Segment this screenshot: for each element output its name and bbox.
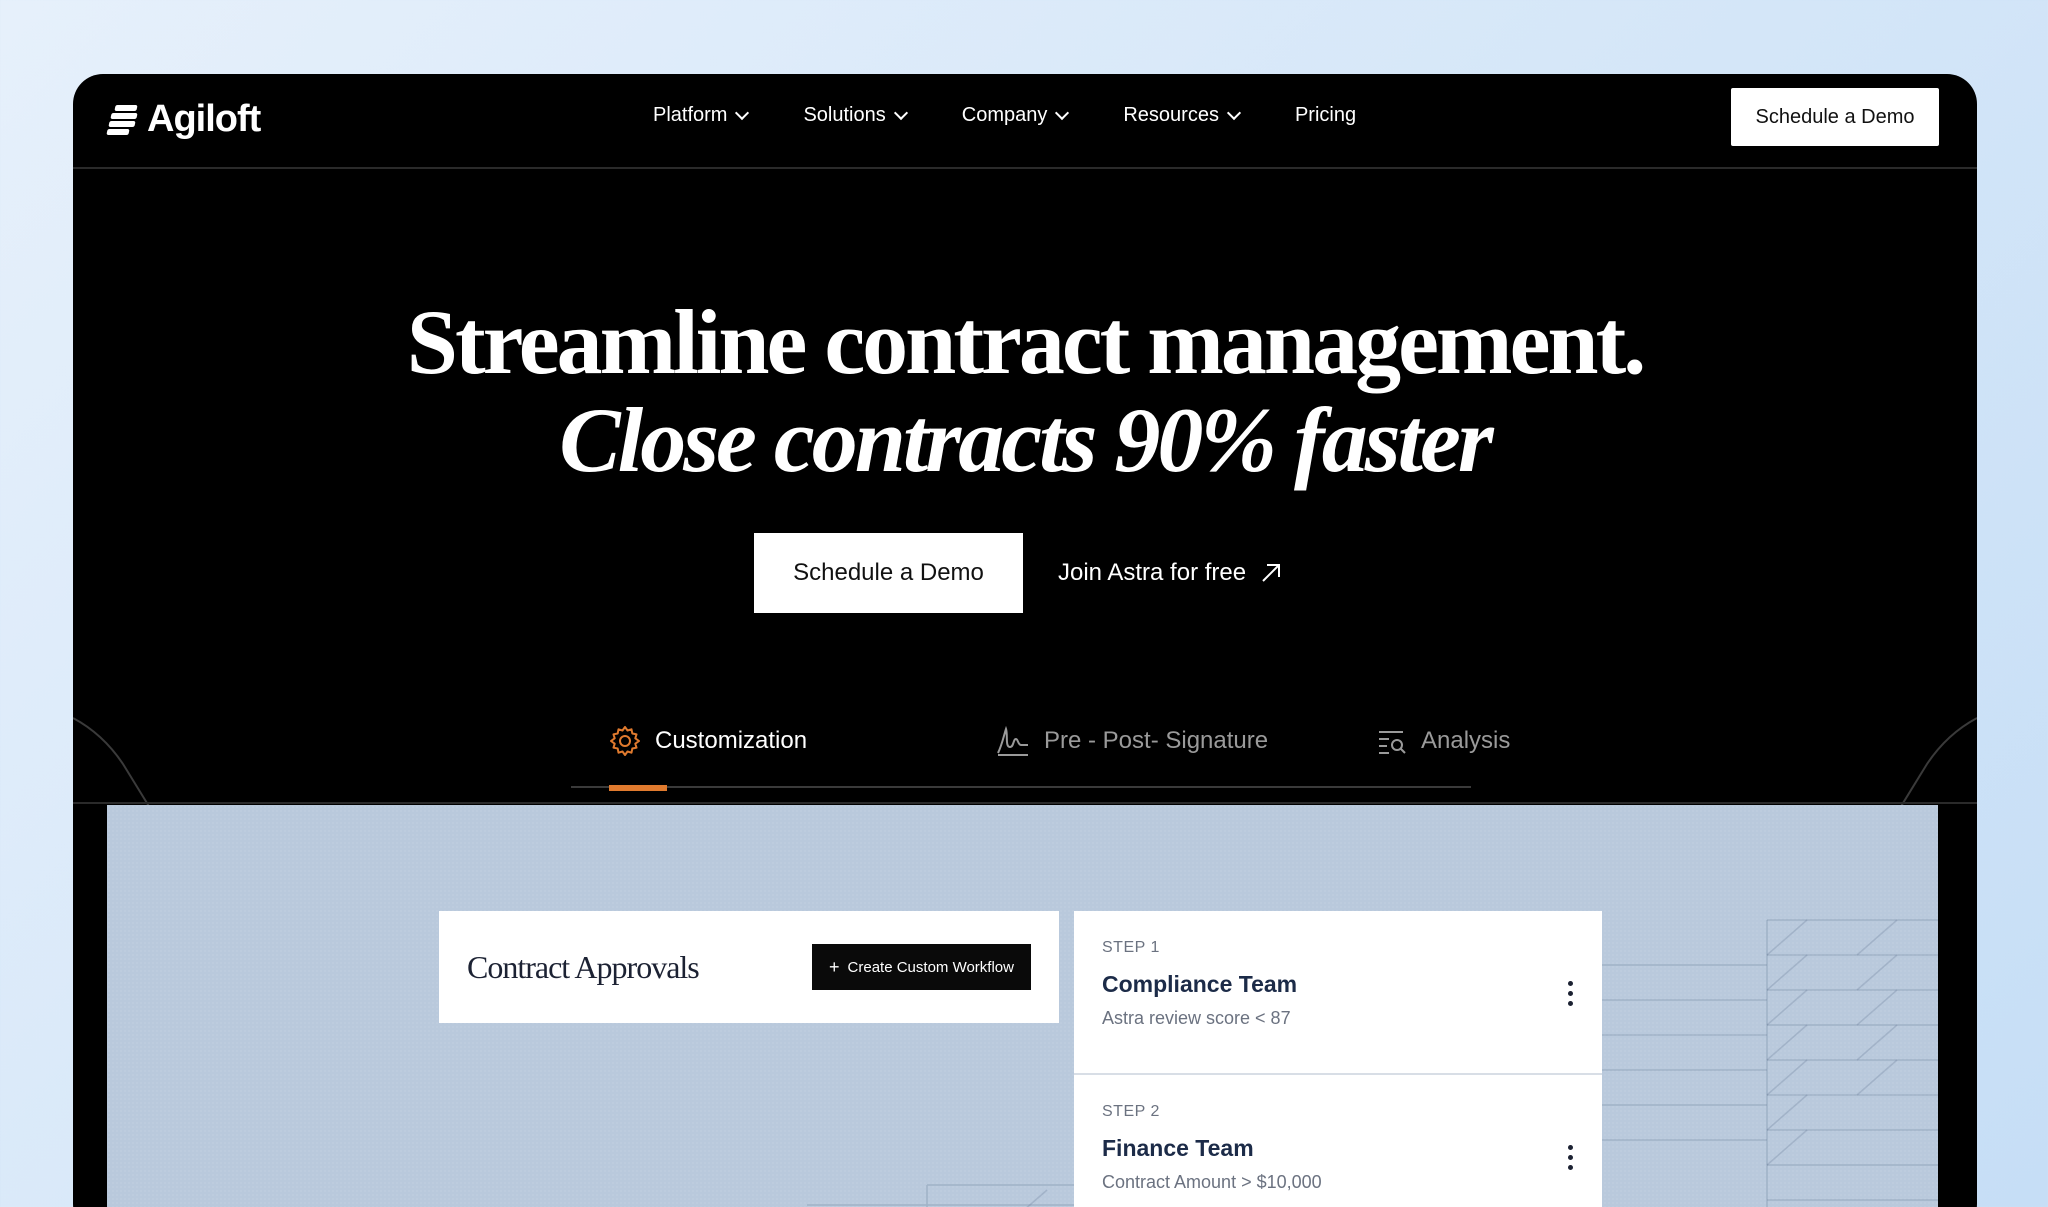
- more-options-icon[interactable]: [1568, 1145, 1574, 1170]
- step-label: STEP 1: [1102, 939, 1160, 956]
- plus-icon: +: [829, 957, 840, 977]
- workflow-button-label: Create Custom Workflow: [847, 958, 1014, 976]
- nav-item-label: Platform: [653, 104, 728, 126]
- feature-tabs: Customization Pre - Post- Signature Anal…: [571, 694, 1510, 791]
- hero-title: Streamline contract management.: [406, 291, 1646, 393]
- nav-item-label: Company: [961, 104, 1048, 126]
- chevron-down-icon: [1055, 105, 1070, 120]
- nav-item-platform[interactable]: Platform: [653, 104, 750, 127]
- chevron-down-icon: [893, 105, 908, 120]
- chevron-down-icon: [735, 105, 750, 120]
- join-astra-label: Join Astra for free: [1058, 559, 1247, 586]
- brand-name: Agiloft: [147, 97, 261, 140]
- tab-label: Pre - Post- Signature: [1044, 727, 1269, 754]
- tab-label: Customization: [655, 727, 808, 754]
- browser-window: Agiloft Platform Solutions Company Resou…: [73, 74, 1977, 1207]
- signature-icon: [997, 725, 1028, 756]
- step-description: Astra review score < 87: [1102, 1008, 1291, 1028]
- logo-mark-icon: [106, 103, 138, 135]
- card-title: Contract Approvals: [467, 948, 700, 985]
- brand-logo[interactable]: Agiloft: [106, 94, 261, 144]
- nav-item-company[interactable]: Company: [961, 104, 1070, 127]
- tab-analysis[interactable]: Analysis: [1377, 694, 1510, 788]
- product-preview: Contract Approvals + Create Custom Workf…: [107, 805, 1938, 1207]
- nav-item-resources[interactable]: Resources: [1123, 104, 1242, 127]
- chevron-down-icon: [1226, 105, 1242, 120]
- step-description: Contract Amount > $10,000: [1102, 1172, 1322, 1192]
- active-tab-indicator: [609, 785, 667, 791]
- tab-customization[interactable]: Customization: [609, 694, 808, 791]
- top-navigation: Agiloft Platform Solutions Company Resou…: [73, 74, 1977, 169]
- step-name: Compliance Team: [1102, 971, 1298, 997]
- nav-item-label: Resources: [1123, 104, 1219, 126]
- nav-item-label: Pricing: [1294, 104, 1357, 126]
- nav-schedule-demo-button[interactable]: Schedule a Demo: [1731, 88, 1939, 146]
- hero-divider: [73, 802, 1977, 804]
- tab-label: Analysis: [1421, 727, 1511, 754]
- more-options-icon[interactable]: [1568, 981, 1574, 1006]
- gear-icon: [610, 726, 640, 756]
- workflow-steps: STEP 1 Compliance Team Astra review scor…: [1074, 911, 1602, 1207]
- arrow-up-right-icon: [1262, 564, 1281, 582]
- list-search-icon: [1379, 731, 1406, 754]
- tab-pre-post-signature[interactable]: Pre - Post- Signature: [996, 694, 1268, 788]
- hero-subtitle: Close contracts 90% faster: [559, 389, 1493, 491]
- step-name: Finance Team: [1102, 1135, 1254, 1161]
- join-astra-link[interactable]: Join Astra for free: [1058, 533, 1282, 613]
- step-label: STEP 2: [1102, 1103, 1160, 1120]
- step-card[interactable]: STEP 1 Compliance Team Astra review scor…: [1074, 911, 1602, 1073]
- nav-item-label: Solutions: [803, 104, 886, 126]
- step-card[interactable]: STEP 2 Finance Team Contract Amount > $1…: [1074, 1073, 1602, 1207]
- nav-links: Platform Solutions Company Resources Pri…: [653, 104, 1412, 127]
- hero-schedule-demo-button[interactable]: Schedule a Demo: [754, 533, 1023, 613]
- contract-approvals-card: Contract Approvals + Create Custom Workf…: [439, 911, 1059, 1023]
- nav-item-pricing[interactable]: Pricing: [1295, 104, 1356, 127]
- nav-item-solutions[interactable]: Solutions: [803, 104, 908, 127]
- create-custom-workflow-button[interactable]: + Create Custom Workflow: [812, 944, 1031, 990]
